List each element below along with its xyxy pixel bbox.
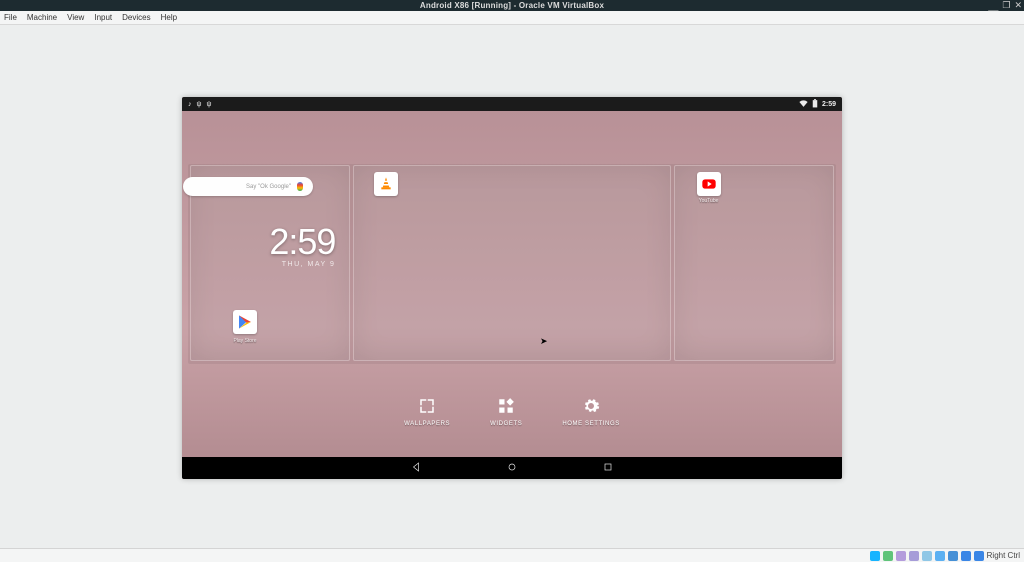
menu-input[interactable]: Input <box>94 13 112 22</box>
status-clock: 2:59 <box>822 101 836 108</box>
status-hdd-icon[interactable] <box>870 551 880 561</box>
wallpapers-label: WALLPAPERS <box>404 421 450 427</box>
youtube-label: YouTube <box>689 198 729 204</box>
home-overview-actions: WALLPAPERS WIDGETS HOME SETTINGS <box>182 397 842 427</box>
wallpapers-icon <box>418 397 436 415</box>
youtube-icon[interactable] <box>697 172 721 196</box>
status-usb-icon[interactable] <box>922 551 932 561</box>
home-panel-right[interactable]: YouTube <box>674 165 834 361</box>
battery-icon <box>812 99 818 110</box>
status-record-icon[interactable] <box>961 551 971 561</box>
maximize-button[interactable]: ❐ <box>1002 0 1010 11</box>
music-icon: ♪ <box>188 101 192 108</box>
usb-icon-2: ψ <box>207 101 212 108</box>
vm-menubar: File Machine View Input Devices Help <box>0 11 1024 25</box>
status-display-icon[interactable] <box>948 551 958 561</box>
status-right: 2:59 <box>799 99 836 110</box>
vm-window-title: Android X86 [Running] - Oracle VM Virtua… <box>420 1 604 10</box>
vm-window-titlebar: Android X86 [Running] - Oracle VM Virtua… <box>0 0 1024 11</box>
menu-machine[interactable]: Machine <box>27 13 57 22</box>
widgets-icon <box>497 397 515 415</box>
widgets-label: WIDGETS <box>490 421 522 427</box>
search-placeholder: Say "Ok Google" <box>246 184 291 190</box>
menu-help[interactable]: Help <box>161 13 177 22</box>
vlc-icon[interactable] <box>374 172 398 196</box>
home-settings-label: HOME SETTINGS <box>562 421 619 427</box>
play-store-label: Play Store <box>225 338 265 344</box>
nav-recent-button[interactable] <box>602 461 614 476</box>
wallpapers-button[interactable]: WALLPAPERS <box>404 397 450 427</box>
status-cpu-icon[interactable] <box>974 551 984 561</box>
host-key-label: Right Ctrl <box>987 551 1020 560</box>
status-left-icons: ♪ ψ ψ <box>188 101 212 108</box>
status-audio-icon[interactable] <box>896 551 906 561</box>
android-screen[interactable]: ♪ ψ ψ 2:59 Say "Ok Google" <box>182 97 842 479</box>
play-store-icon[interactable] <box>233 310 257 334</box>
clock-time: 2:59 <box>269 221 335 263</box>
google-search-bar[interactable]: Say "Ok Google" <box>183 177 313 196</box>
menu-view[interactable]: View <box>67 13 84 22</box>
status-cd-icon[interactable] <box>883 551 893 561</box>
usb-icon: ψ <box>197 101 202 108</box>
wifi-icon <box>799 99 808 110</box>
vm-status-bar: Right Ctrl <box>0 548 1024 562</box>
mic-icon[interactable] <box>297 182 303 191</box>
menu-devices[interactable]: Devices <box>122 13 150 22</box>
widgets-button[interactable]: WIDGETS <box>490 397 522 427</box>
gear-icon <box>582 397 600 415</box>
close-button[interactable]: ✕ <box>1014 0 1022 11</box>
clock-widget[interactable]: 2:59 THU, MAY 9 <box>269 221 335 268</box>
home-panel-center[interactable] <box>353 165 670 361</box>
nav-home-button[interactable] <box>506 461 518 476</box>
menu-file[interactable]: File <box>4 13 17 22</box>
home-settings-button[interactable]: HOME SETTINGS <box>562 397 619 427</box>
home-panels: Say "Ok Google" 2:59 THU, MAY 9 Play Sto… <box>190 165 834 361</box>
vm-display-area: ♪ ψ ψ 2:59 Say "Ok Google" <box>0 25 1024 548</box>
android-status-bar[interactable]: ♪ ψ ψ 2:59 <box>182 97 842 111</box>
minimize-button[interactable]: __ <box>988 1 998 11</box>
home-panel-left[interactable]: Say "Ok Google" 2:59 THU, MAY 9 Play Sto… <box>190 165 350 361</box>
android-nav-bar <box>182 457 842 479</box>
android-home-overview: Say "Ok Google" 2:59 THU, MAY 9 Play Sto… <box>182 111 842 457</box>
status-net-icon[interactable] <box>909 551 919 561</box>
mouse-cursor-icon: ➤ <box>540 336 548 347</box>
status-shared-icon[interactable] <box>935 551 945 561</box>
window-controls: __ ❐ ✕ <box>988 0 1022 11</box>
nav-back-button[interactable] <box>410 461 422 476</box>
